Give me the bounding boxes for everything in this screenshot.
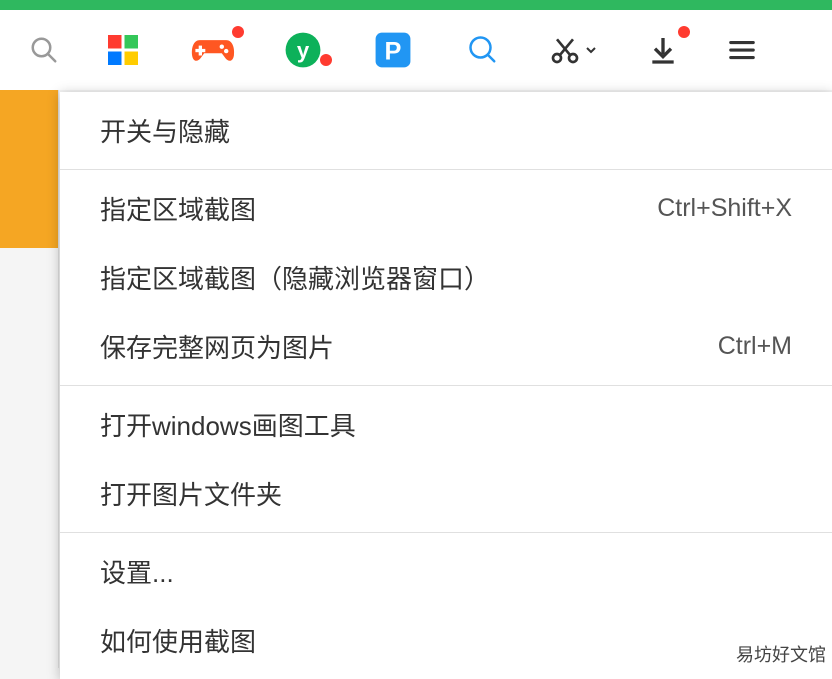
p-app-button[interactable]: P [348,10,438,90]
menu-item-save-page-image[interactable]: 保存完整网页为图片 Ctrl+M [60,312,832,381]
p-square-icon: P [374,31,412,69]
menu-item-toggle-hide[interactable]: 开关与隐藏 [60,96,832,165]
notification-badge [320,54,332,66]
menu-item-settings[interactable]: 设置... [60,537,832,606]
games-button[interactable] [168,10,258,90]
menu-item-label: 打开图片文件夹 [100,475,792,512]
y-circle-icon: y [284,31,322,69]
menu-item-label: 保存完整网页为图片 [100,328,718,365]
menu-item-open-folder[interactable]: 打开图片文件夹 [60,459,832,528]
menu-item-shortcut: Ctrl+M [718,332,792,361]
toolbar: y P [0,10,832,90]
menu-item-how-to[interactable]: 如何使用截图 [60,606,832,675]
notification-badge [678,26,690,38]
search-icon [29,35,59,65]
window-title-bar [0,0,832,10]
download-icon [647,34,679,66]
menu-item-label: 打开windows画图工具 [100,406,792,443]
y-app-button[interactable]: y [258,10,348,90]
menu-item-shortcut: Ctrl+Shift+X [657,194,792,223]
screenshot-button[interactable] [528,10,618,90]
screenshot-dropdown-menu: 开关与隐藏 指定区域截图 Ctrl+Shift+X 指定区域截图（隐藏浏览器窗口… [60,92,832,679]
watermark: 易坊好文馆 [730,640,832,668]
circle-search-button[interactable] [438,10,528,90]
menu-item-label: 指定区域截图（隐藏浏览器窗口） [100,259,792,296]
menu-item-label: 设置... [100,553,792,590]
menu-item-label: 指定区域截图 [100,190,657,227]
sidebar-accent [0,90,58,248]
notification-badge [232,26,244,38]
menu-item-capture-area[interactable]: 指定区域截图 Ctrl+Shift+X [60,174,832,243]
svg-text:P: P [385,38,402,66]
download-button[interactable] [618,10,708,90]
apps-button[interactable] [78,10,168,90]
scissors-icon [549,34,581,66]
gamepad-icon [191,33,235,67]
menu-button[interactable] [708,10,776,90]
vertical-divider [58,90,59,668]
search-button[interactable] [10,10,78,90]
menu-item-label: 开关与隐藏 [100,112,792,149]
menu-item-capture-area-hidden[interactable]: 指定区域截图（隐藏浏览器窗口） [60,243,832,312]
apps-grid-icon [105,32,141,68]
menu-item-label: 如何使用截图 [100,622,792,659]
chevron-down-icon [585,44,597,56]
hamburger-menu-icon [727,35,757,65]
circle-search-icon [468,35,498,65]
svg-text:y: y [297,38,310,63]
menu-item-open-paint[interactable]: 打开windows画图工具 [60,390,832,459]
